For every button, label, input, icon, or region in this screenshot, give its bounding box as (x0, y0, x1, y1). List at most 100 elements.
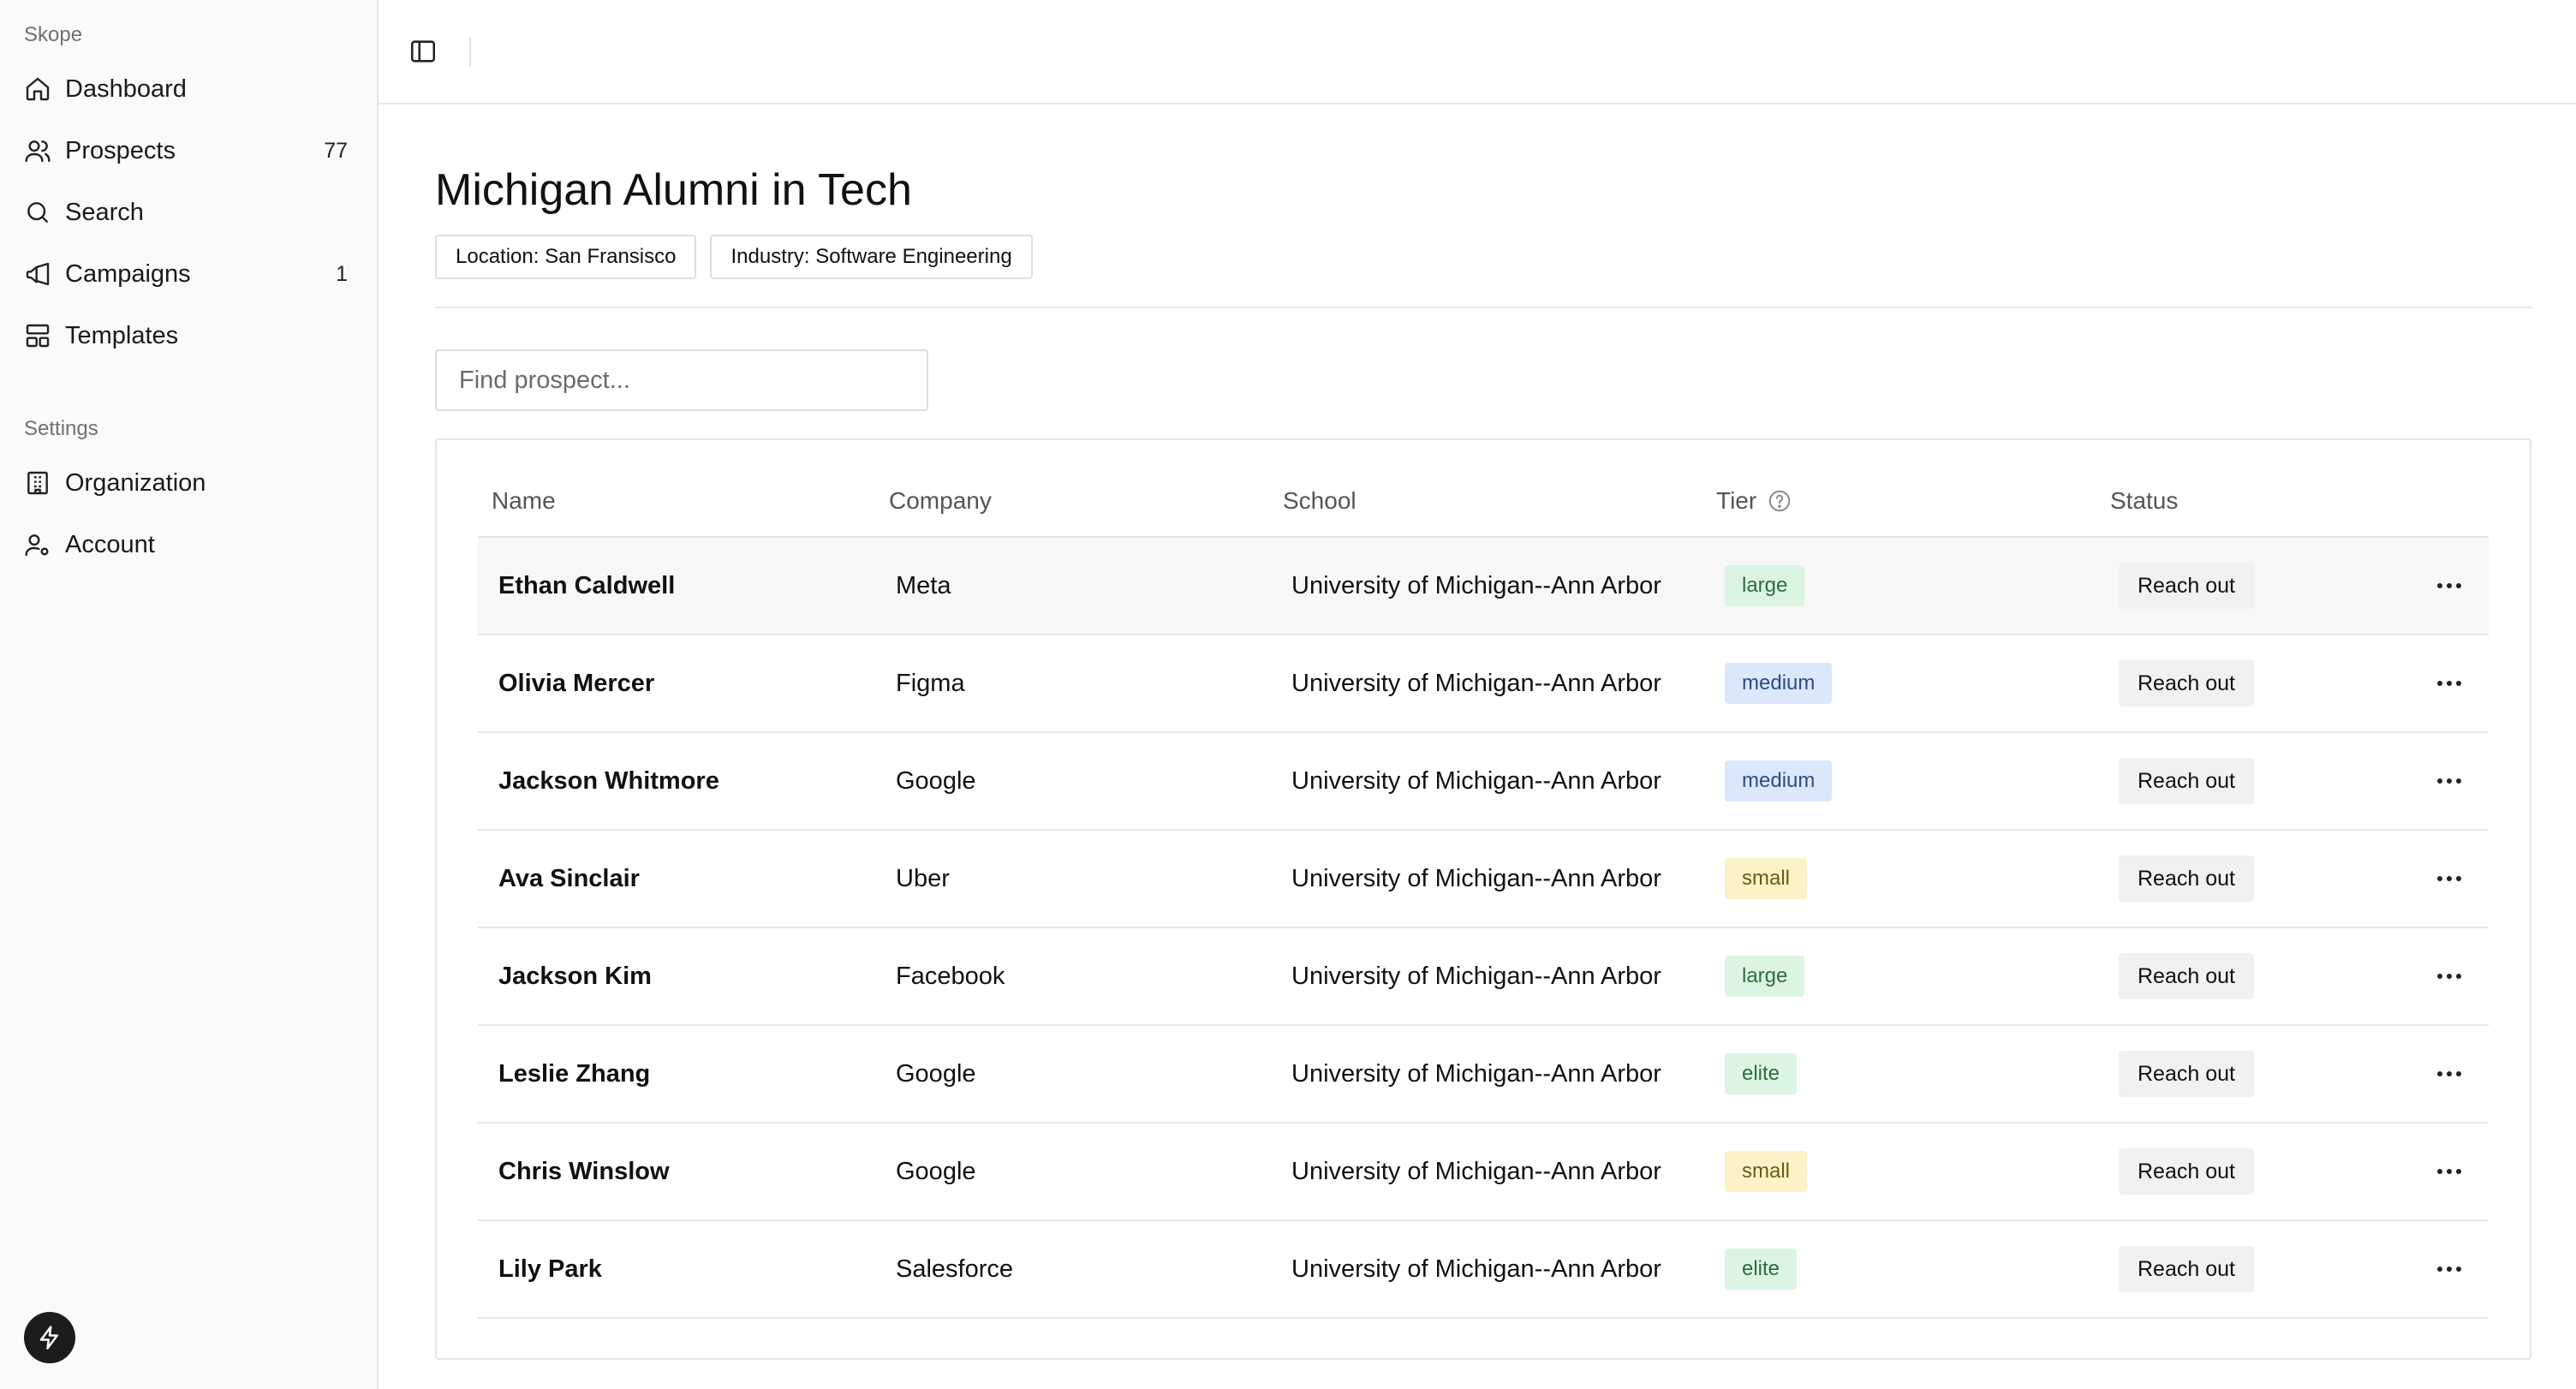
table-header: Name Company School Tier Status (478, 466, 2489, 538)
table-body: Ethan Caldwell Meta University of Michig… (478, 538, 2489, 1319)
tier-badge: medium (1725, 760, 1833, 802)
tier-cell: large (1725, 956, 2119, 997)
more-actions-button[interactable] (2432, 569, 2466, 603)
prospect-school: University of Michigan--Ann Arbor (1291, 766, 1661, 795)
actions-cell (2415, 959, 2489, 993)
status-cell: Reach out (2119, 660, 2415, 706)
prospect-school: University of Michigan--Ann Arbor (1291, 571, 1661, 599)
table-row[interactable]: Chris Winslow Google University of Michi… (478, 1124, 2489, 1221)
users-icon (24, 137, 51, 164)
more-actions-button[interactable] (2432, 666, 2466, 700)
header-tier-label: Tier (1716, 487, 1757, 514)
nav-label: Campaigns (65, 259, 191, 288)
topbar (379, 0, 2576, 104)
more-horizontal-icon (2437, 583, 2461, 588)
more-horizontal-icon (2437, 974, 2461, 979)
toggle-sidebar-button[interactable] (408, 36, 438, 67)
find-prospect-input[interactable] (435, 349, 928, 411)
prospect-company: Salesforce (896, 1255, 1014, 1283)
more-actions-button[interactable] (2432, 959, 2466, 993)
bolt-icon (39, 1326, 58, 1350)
table-row[interactable]: Leslie Zhang Google University of Michig… (478, 1026, 2489, 1124)
prospect-name: Ethan Caldwell (498, 571, 676, 599)
prospect-name: Leslie Zhang (498, 1059, 651, 1088)
header-tier[interactable]: Tier (1716, 487, 2110, 515)
more-actions-button[interactable] (2432, 764, 2466, 798)
nav-item-search[interactable]: Search (0, 182, 377, 243)
filter-chip-industry[interactable]: Industry: Software Engineering (710, 235, 1033, 279)
prospect-company: Uber (896, 864, 950, 892)
prospect-name: Jackson Whitmore (498, 766, 719, 795)
nav-item-campaigns[interactable]: Campaigns 1 (0, 243, 377, 305)
nav-item-templates[interactable]: Templates (0, 305, 377, 367)
bolt-button[interactable] (24, 1312, 75, 1363)
header-status[interactable]: Status (2110, 487, 2406, 515)
reach-out-button[interactable]: Reach out (2119, 758, 2254, 804)
nav-label: Prospects (65, 136, 176, 164)
divider (435, 307, 2531, 308)
topbar-divider (469, 37, 471, 66)
nav-item-organization[interactable]: Organization (0, 452, 377, 514)
tier-cell: medium (1725, 760, 2119, 802)
reach-out-button[interactable]: Reach out (2119, 563, 2254, 609)
status-cell: Reach out (2119, 758, 2415, 804)
table-row[interactable]: Jackson Whitmore Google University of Mi… (478, 733, 2489, 831)
reach-out-button[interactable]: Reach out (2119, 660, 2254, 706)
header-company[interactable]: Company (889, 487, 1283, 515)
header-name[interactable]: Name (492, 487, 889, 515)
prospect-company: Meta (896, 571, 951, 599)
nav-label: Templates (65, 321, 179, 349)
status-cell: Reach out (2119, 855, 2415, 902)
more-actions-button[interactable] (2432, 1252, 2466, 1286)
tier-badge: small (1725, 1151, 1808, 1192)
tier-badge: elite (1725, 1053, 1798, 1094)
building-icon (24, 469, 51, 497)
more-horizontal-icon (2437, 681, 2461, 686)
table-row[interactable]: Ethan Caldwell Meta University of Michig… (478, 538, 2489, 635)
nav-item-dashboard[interactable]: Dashboard (0, 58, 377, 120)
main-nav: Dashboard Prospects 77 Search Campaigns … (0, 58, 377, 367)
tier-cell: large (1725, 565, 2119, 606)
reach-out-button[interactable]: Reach out (2119, 1246, 2254, 1292)
actions-cell (2415, 1154, 2489, 1189)
tier-badge: medium (1725, 663, 1833, 704)
search-icon (24, 199, 51, 226)
prospect-name: Chris Winslow (498, 1157, 670, 1185)
panel-left-icon (410, 40, 436, 63)
header-school[interactable]: School (1283, 487, 1716, 515)
nav-item-account[interactable]: Account (0, 514, 377, 575)
table-row[interactable]: Jackson Kim Facebook University of Michi… (478, 928, 2489, 1026)
page-title: Michigan Alumni in Tech (435, 165, 912, 215)
tier-badge: small (1725, 858, 1808, 899)
reach-out-button[interactable]: Reach out (2119, 953, 2254, 999)
reach-out-button[interactable]: Reach out (2119, 855, 2254, 902)
actions-cell (2415, 569, 2489, 603)
nav-label: Account (65, 530, 155, 558)
prospect-company: Google (896, 766, 976, 795)
more-actions-button[interactable] (2432, 861, 2466, 896)
nav-label: Dashboard (65, 75, 187, 103)
reach-out-button[interactable]: Reach out (2119, 1051, 2254, 1097)
nav-item-prospects[interactable]: Prospects 77 (0, 120, 377, 182)
more-actions-button[interactable] (2432, 1057, 2466, 1091)
more-horizontal-icon (2437, 876, 2461, 881)
prospect-school: University of Michigan--Ann Arbor (1291, 864, 1661, 892)
table-row[interactable]: Lily Park Salesforce University of Michi… (478, 1221, 2489, 1319)
table-row[interactable]: Olivia Mercer Figma University of Michig… (478, 635, 2489, 733)
prospect-name: Olivia Mercer (498, 669, 655, 697)
reach-out-button[interactable]: Reach out (2119, 1148, 2254, 1195)
prospects-count: 77 (324, 138, 348, 163)
actions-cell (2415, 1252, 2489, 1286)
prospect-company: Facebook (896, 962, 1005, 990)
settings-label: Settings (24, 417, 98, 440)
prospect-school: University of Michigan--Ann Arbor (1291, 669, 1661, 697)
filter-chip-location[interactable]: Location: San Fransisco (435, 235, 697, 279)
prospect-name: Jackson Kim (498, 962, 652, 990)
table-row[interactable]: Ava Sinclair Uber University of Michigan… (478, 831, 2489, 928)
tier-cell: elite (1725, 1053, 2119, 1094)
more-actions-button[interactable] (2432, 1154, 2466, 1189)
status-cell: Reach out (2119, 1051, 2415, 1097)
tier-cell: small (1725, 858, 2119, 899)
help-circle-icon[interactable] (1767, 488, 1792, 514)
tier-badge: large (1725, 565, 1805, 606)
